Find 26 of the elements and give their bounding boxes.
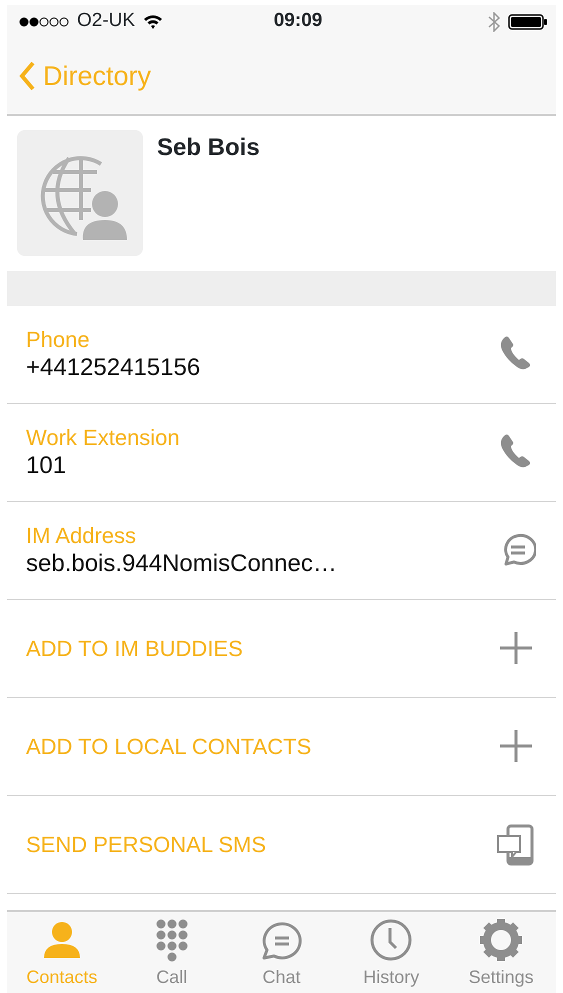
signal-icon bbox=[19, 16, 69, 28]
field-value: 101 bbox=[26, 452, 68, 481]
field-label: Work Extension bbox=[26, 424, 180, 452]
tab-item[interactable]: Settings bbox=[446, 912, 556, 993]
action-link[interactable]: SEND PERSONAL SMS bbox=[26, 830, 266, 858]
status-time: 09:09 bbox=[274, 9, 322, 34]
carrier-name: O2-UK bbox=[77, 9, 136, 34]
field-label: IM Address bbox=[26, 522, 138, 550]
action-link[interactable]: ADD TO IM BUDDIES bbox=[26, 634, 243, 662]
back-chevron-icon bbox=[19, 61, 35, 91]
tab-item[interactable]: Chat bbox=[226, 912, 336, 993]
tab-item[interactable]: Call bbox=[116, 912, 227, 993]
back-button[interactable]: Directory bbox=[19, 56, 152, 96]
action-link[interactable]: ADD TO LOCAL CONTACTS bbox=[26, 732, 312, 760]
contact-name: Seb Bois bbox=[157, 133, 260, 163]
battery-icon bbox=[508, 14, 548, 30]
settings-icon bbox=[479, 918, 524, 962]
field-label: Phone bbox=[26, 326, 91, 354]
wifi-icon bbox=[143, 14, 164, 30]
bluetooth-icon bbox=[488, 12, 500, 32]
field-value: seb.bois.944NomisConnec… bbox=[26, 550, 337, 579]
clock-icon bbox=[369, 918, 414, 962]
tab-item[interactable]: History bbox=[336, 912, 446, 993]
phone-message-icon[interactable] bbox=[496, 824, 536, 866]
field-value: +441252415156 bbox=[26, 354, 200, 383]
tab-item[interactable]: Contacts bbox=[7, 912, 117, 993]
